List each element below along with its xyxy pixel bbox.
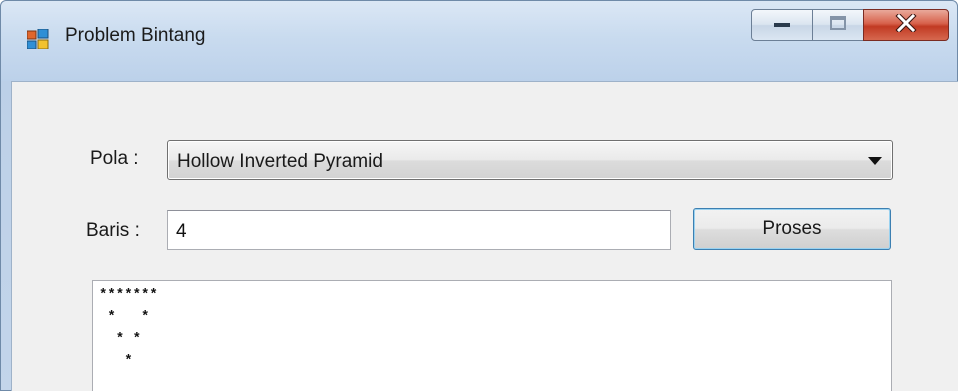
app-window: Problem Bintang Pola: Hollow Inverted P… — [0, 0, 958, 391]
output-textarea[interactable]: ******* * * * * * — [92, 280, 892, 391]
output-line: * * — [99, 331, 142, 347]
output-line: ******* — [99, 287, 158, 303]
output-line: * — [99, 353, 133, 369]
chevron-down-icon[interactable] — [868, 157, 882, 165]
pola-label: Pola : — [90, 148, 139, 169]
maximize-button[interactable] — [812, 9, 864, 41]
baris-input-value: 4 — [176, 221, 187, 242]
minimize-icon — [772, 16, 792, 34]
pola-dropdown[interactable]: Hollow Inverted Pyramid — [167, 140, 893, 180]
pola-selected-value: Hollow Inverted Pyramid — [177, 151, 383, 172]
baris-input[interactable]: 4 — [167, 210, 671, 250]
output-line: * * — [99, 309, 150, 325]
maximize-icon — [829, 15, 847, 36]
window-title: Problem Bintang — [65, 25, 206, 46]
title-bar[interactable]: Problem Bintang — [1, 1, 957, 81]
app-icon[interactable] — [26, 28, 49, 50]
minimize-button[interactable] — [751, 9, 813, 41]
form-client-area: Pola : Hollow Inverted Pyramid Baris : 4… — [11, 81, 958, 391]
baris-label: Baris : — [86, 220, 140, 241]
proses-button[interactable]: Proses — [693, 208, 891, 250]
caption-buttons — [751, 9, 949, 43]
close-icon — [895, 11, 917, 37]
close-button[interactable] — [863, 9, 949, 41]
